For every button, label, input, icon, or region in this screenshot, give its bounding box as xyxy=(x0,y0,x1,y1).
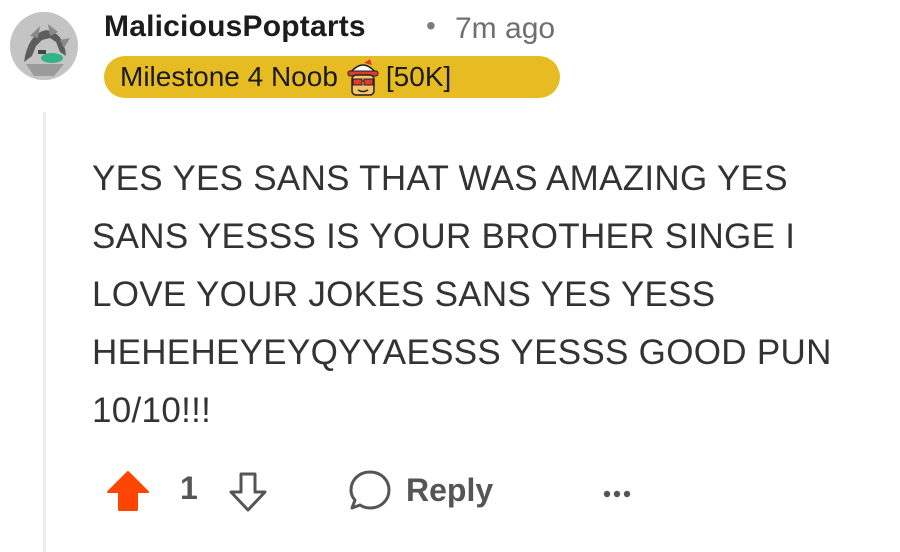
avatar[interactable] xyxy=(10,12,78,80)
upvote-arrow-filled-icon xyxy=(107,471,149,511)
comment-timestamp: 7m ago xyxy=(455,12,556,45)
reply-label: Reply xyxy=(406,471,494,508)
noob-emoji-icon xyxy=(342,57,384,97)
upvote-button[interactable] xyxy=(106,470,150,514)
thread-line[interactable] xyxy=(43,112,46,552)
vote-score: 1 xyxy=(180,470,198,506)
ellipsis-icon xyxy=(603,490,631,498)
flair-suffix: [50K] xyxy=(385,61,452,92)
downvote-button[interactable] xyxy=(226,470,270,514)
speech-bubble-icon xyxy=(349,470,391,510)
user-flair: Milestone 4 Noob [50K] xyxy=(104,56,560,98)
comment-actions: 1 Reply xyxy=(106,464,646,514)
author-name[interactable]: MaliciousPoptarts xyxy=(104,10,366,44)
reply-button[interactable]: Reply xyxy=(346,466,493,514)
downvote-arrow-icon xyxy=(229,472,267,512)
more-options-button[interactable] xyxy=(598,470,638,510)
avatar-image xyxy=(10,12,78,80)
flair-label: Milestone 4 Noob xyxy=(120,61,338,92)
meta-separator: • xyxy=(426,10,436,41)
comment-body: YES YES SANS THAT WAS AMAZING YES SANS Y… xyxy=(92,159,832,430)
